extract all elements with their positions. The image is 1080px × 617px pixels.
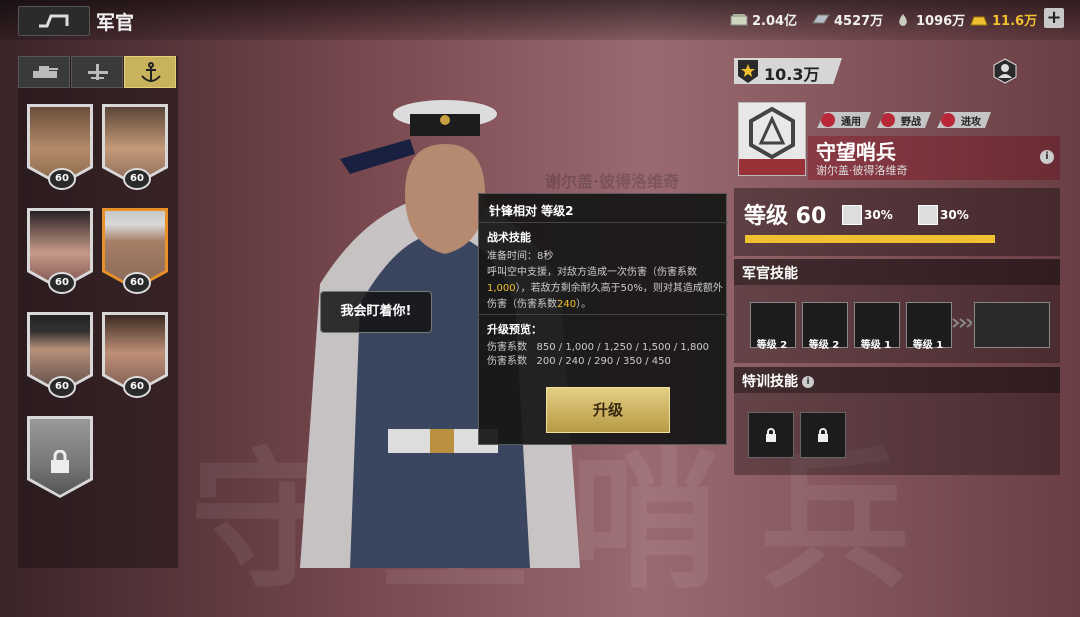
officer-name: 守望哨兵 <box>816 140 896 164</box>
speech-bubble: 我会盯着你! <box>320 291 432 333</box>
resource-banknote[interactable]: 2.04亿 <box>730 10 797 29</box>
desc-part: ）。 <box>576 299 592 310</box>
tag-label: 通用 <box>841 116 861 128</box>
skill-tooltip: 针锋相对 等级2 战术技能 准备时间：8秒 呼叫空中支援，对敌方造成一次伤害（伤… <box>478 193 728 445</box>
target-icon <box>941 113 955 127</box>
section-title: 军官技能 <box>742 266 798 282</box>
back-arrow-icon <box>39 14 69 28</box>
banknote-icon <box>730 13 748 25</box>
banknote-value: 2.04亿 <box>752 14 798 29</box>
divider <box>479 222 728 223</box>
officer-emblem <box>738 102 806 176</box>
tank-icon <box>33 66 58 78</box>
tab-anchor[interactable] <box>124 56 176 88</box>
anchor-icon <box>141 62 161 82</box>
power-star-icon <box>738 60 758 83</box>
section-title-text: 特训技能 <box>742 374 798 390</box>
tab-tank[interactable] <box>18 56 70 88</box>
steel-value: 4527万 <box>834 14 884 29</box>
defense-stat-icon <box>918 205 938 225</box>
level-badge: 60 <box>48 376 76 398</box>
desc-part: ），若敌方剩余耐久高于50%，则对其造成额外伤害（伤害系数 <box>487 283 723 310</box>
info-icon[interactable]: i <box>1040 150 1054 164</box>
skill-level: 等级 1 <box>860 340 892 351</box>
officer-card-locked[interactable] <box>27 416 93 498</box>
skill-level: 等级 2 <box>756 340 788 351</box>
tag-attack: 进攻 <box>937 112 991 128</box>
lock-icon <box>51 450 69 473</box>
prep-time: 准备时间：8秒 <box>487 251 554 262</box>
upgrade-button[interactable]: 升级 <box>546 387 670 433</box>
gold-icon <box>970 16 988 25</box>
sentinel-emblem-icon <box>739 106 805 175</box>
level-badge: 60 <box>48 168 76 190</box>
lock-icon <box>765 427 777 446</box>
plane-icon <box>88 64 108 80</box>
tactic-header: 战术技能 <box>487 231 531 244</box>
attack-stat-icon <box>842 205 862 225</box>
level-badge: 60 <box>123 272 151 294</box>
officer-subname: 谢尔盖·彼得洛维奇 <box>816 164 908 177</box>
oil-icon <box>899 13 907 26</box>
locked-skill-slot[interactable] <box>748 412 794 458</box>
level-progress-bar <box>745 235 995 243</box>
locked-skill-slot[interactable] <box>800 412 846 458</box>
resource-oil[interactable]: 1096万 <box>894 10 965 29</box>
lock-icon <box>817 427 829 446</box>
level-badge: 60 <box>123 168 151 190</box>
arrows-icon <box>952 318 972 328</box>
resource-steel[interactable]: 4527万 <box>812 10 883 29</box>
oil-value: 1096万 <box>916 14 966 29</box>
tooltip-title: 针锋相对 等级2 <box>489 204 574 218</box>
officer-tags: 通用 野战 进攻 <box>817 112 991 128</box>
info-icon[interactable]: i <box>802 376 814 388</box>
officer-skills-header: 军官技能 <box>734 259 1060 285</box>
defense-stat-value: 30% <box>940 208 969 222</box>
gold-value: 11.6万 <box>992 14 1038 29</box>
officer-card-selected[interactable]: 60 <box>102 208 168 294</box>
preview-header: 升级预览： <box>487 323 542 336</box>
desc-part: 呼叫空中支援，对敌方造成一次伤害（伤害系数 <box>487 267 697 278</box>
back-button[interactable] <box>18 6 90 36</box>
level-badge: 60 <box>123 376 151 398</box>
page-title: 军官 <box>96 12 135 34</box>
officer-card[interactable]: 60 <box>102 104 168 190</box>
officer-profile-icon[interactable] <box>992 58 1018 84</box>
section-title: 特训技能 i <box>742 371 814 391</box>
officer-card[interactable]: 60 <box>27 208 93 294</box>
officer-level: 等级 60 <box>744 204 827 229</box>
tag-field: 野战 <box>877 112 931 128</box>
missiles-skill-icon[interactable] <box>974 302 1050 348</box>
resource-gold[interactable]: 11.6万 <box>970 10 1037 29</box>
special-skills-header: 特训技能 i <box>734 367 1060 393</box>
officer-card[interactable]: 60 <box>102 312 168 398</box>
steel-icon <box>812 14 830 23</box>
skill-level: 等级 1 <box>912 340 944 351</box>
tag-label: 进攻 <box>961 116 981 128</box>
level-progress-fill <box>745 235 995 243</box>
power-value: 10.3万 <box>764 65 820 84</box>
tag-label: 野战 <box>901 116 921 128</box>
level-badge: 60 <box>48 272 76 294</box>
preview-row: 伤害系数 200 / 240 / 290 / 350 / 450 <box>487 356 671 367</box>
field-icon <box>881 113 895 127</box>
desc-value: 1,000 <box>487 283 516 294</box>
officer-card[interactable]: 60 <box>27 312 93 398</box>
divider <box>479 314 728 315</box>
tag-general: 通用 <box>817 112 871 128</box>
skill-level: 等级 2 <box>808 340 840 351</box>
tab-plane[interactable] <box>71 56 123 88</box>
star-icon <box>821 113 835 127</box>
attack-stat-value: 30% <box>864 208 893 222</box>
add-gold-button[interactable]: + <box>1044 8 1064 28</box>
desc-value: 240 <box>557 299 577 310</box>
skill-description: 呼叫空中支援，对敌方造成一次伤害（伤害系数 1,000），若敌方剩余耐久高于50%… <box>487 265 723 313</box>
officer-card[interactable]: 60 <box>27 104 93 190</box>
